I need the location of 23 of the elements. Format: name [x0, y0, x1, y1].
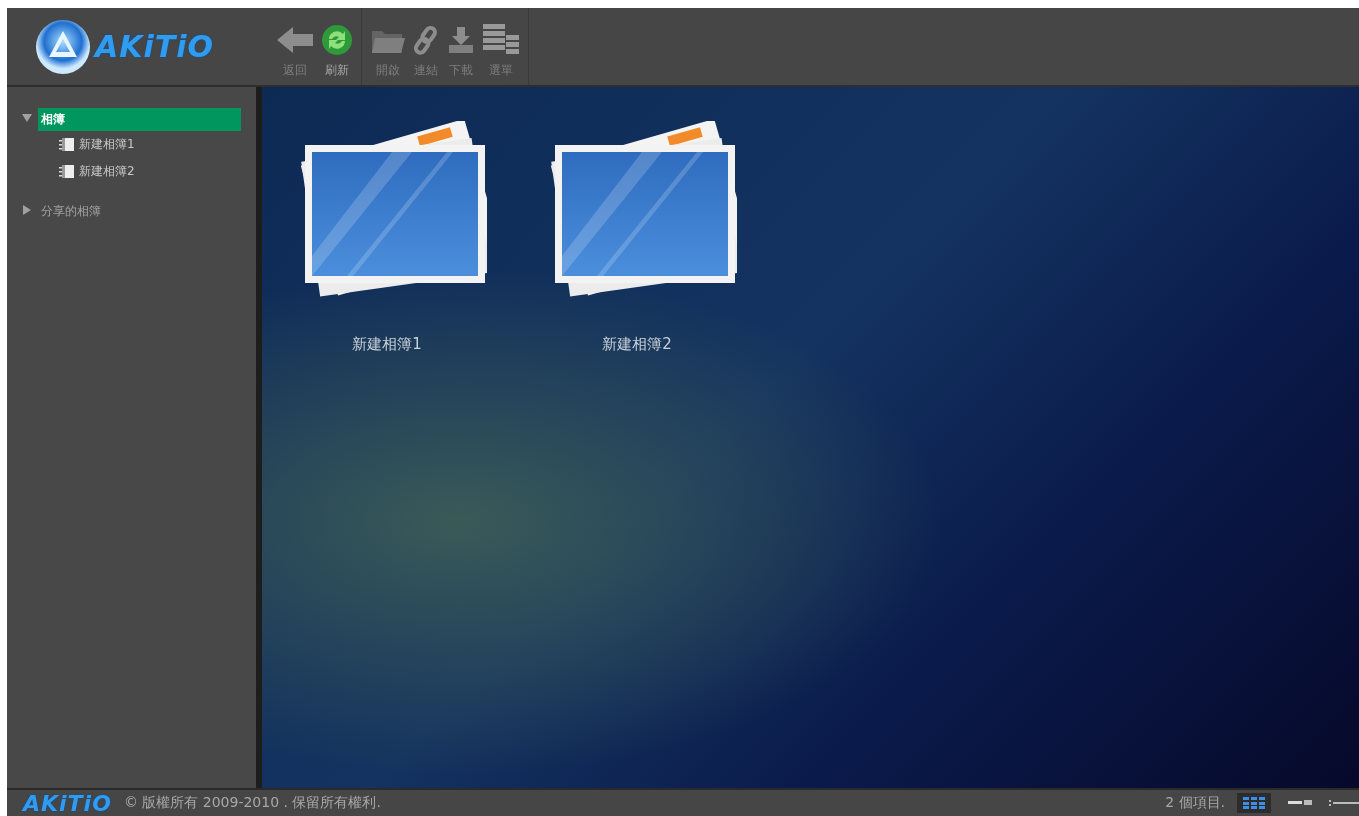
chain-link-icon: [412, 25, 440, 55]
tree-item[interactable]: 分享的相簿: [38, 199, 241, 223]
grid-view-icon: [1243, 797, 1265, 809]
album-book-icon: [59, 137, 75, 152]
list-menu-icon: [482, 23, 520, 57]
tree-item[interactable]: 相簿: [38, 107, 241, 131]
download-tray-icon: [446, 25, 476, 55]
copyright-text: © 版權所有 2009-2010 . 保留所有權利.: [123, 794, 381, 812]
refresh-icon: [321, 24, 353, 56]
list-view-icon: [1288, 799, 1312, 807]
tree-item[interactable]: 新建相簿1: [46, 131, 241, 158]
album-tile[interactable]: 新建相簿1: [282, 117, 492, 354]
refresh-button[interactable]: 刷新: [321, 22, 353, 79]
item-count: 2 個項目.: [1165, 794, 1225, 812]
logo-wordmark: AKiTiO: [95, 29, 214, 64]
album-book-icon: [59, 164, 75, 179]
left-arrow-icon: [275, 25, 315, 55]
album-tile[interactable]: 新建相簿2: [532, 117, 742, 354]
logo-wordmark: AKiTiO: [23, 790, 112, 816]
slider-icon: [1329, 799, 1359, 807]
logo-orb-icon: [35, 18, 91, 75]
grid-view-button[interactable]: [1237, 793, 1271, 813]
tree-item[interactable]: 新建相簿2: [46, 158, 241, 185]
